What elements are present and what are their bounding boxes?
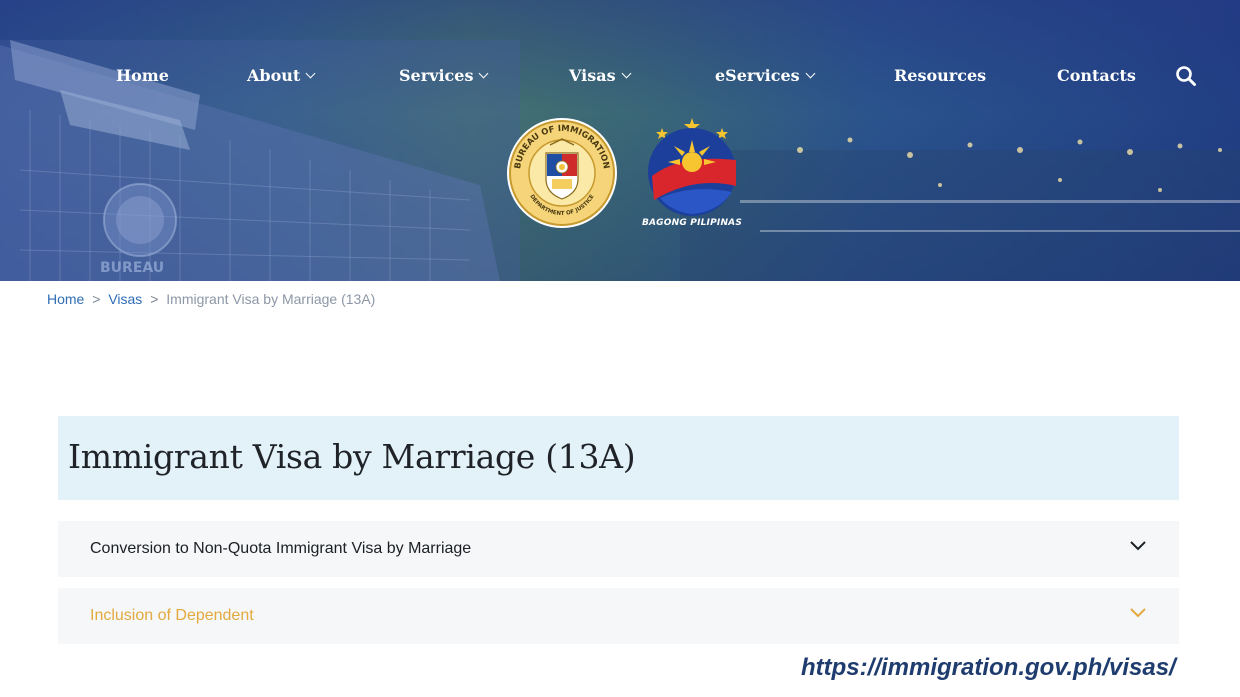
breadcrumb: Home > Visas > Immigrant Visa by Marriag…	[47, 291, 375, 307]
nav-contacts[interactable]: Contacts	[1057, 66, 1136, 85]
breadcrumb-separator: >	[150, 291, 159, 307]
breadcrumb-current: Immigrant Visa by Marriage (13A)	[166, 291, 376, 307]
nav-visas[interactable]: Visas	[569, 66, 632, 85]
source-url-caption: https://immigration.gov.ph/visas/	[801, 654, 1176, 681]
chevron-down-icon	[479, 68, 489, 79]
nav-about-label: About	[247, 66, 301, 85]
nav-eservices-label: eServices	[715, 66, 800, 85]
nav-resources-label: Resources	[894, 66, 987, 85]
chevron-down-icon	[805, 68, 816, 79]
main-nav: Home About Services Visas eServices Reso…	[0, 60, 1240, 94]
nav-contacts-label: Contacts	[1057, 66, 1136, 85]
chevron-down-icon	[621, 68, 632, 79]
accordion-item-inclusion-of-dependent[interactable]: Inclusion of Dependent	[58, 588, 1179, 644]
accordion-item-conversion[interactable]: Conversion to Non-Quota Immigrant Visa b…	[58, 521, 1179, 577]
chevron-down-icon	[1130, 608, 1146, 618]
hero-banner: BUREAU	[0, 0, 1240, 281]
page-title: Immigrant Visa by Marriage (13A)	[68, 437, 636, 476]
breadcrumb-separator: >	[92, 291, 101, 307]
breadcrumb-home-link[interactable]: Home	[47, 291, 84, 307]
building-sign-text: BUREAU	[100, 260, 164, 276]
nav-home[interactable]: Home	[116, 66, 169, 85]
bureau-of-immigration-seal[interactable]: BUREAU OF IMMIGRATION DEPARTMENT OF JUST…	[506, 117, 618, 229]
search-icon[interactable]	[1175, 65, 1197, 87]
chevron-down-icon	[305, 68, 316, 79]
bagong-pilipinas-text: BAGONG PILIPINAS	[641, 218, 743, 228]
nav-services-label: Services	[399, 66, 474, 85]
building-background: BUREAU	[0, 40, 520, 281]
nav-services[interactable]: Services	[399, 66, 489, 85]
accordion-item-label: Conversion to Non-Quota Immigrant Visa b…	[90, 540, 472, 557]
nav-eservices[interactable]: eServices	[715, 66, 816, 85]
nav-resources[interactable]: Resources	[894, 66, 986, 85]
nav-visas-label: Visas	[569, 66, 616, 85]
nav-about[interactable]: About	[247, 66, 316, 85]
nav-home-label: Home	[116, 66, 169, 85]
breadcrumb-visas-link[interactable]: Visas	[108, 291, 142, 307]
chevron-down-icon	[1130, 541, 1146, 551]
accordion-item-label: Inclusion of Dependent	[90, 607, 254, 624]
bagong-pilipinas-logo[interactable]	[640, 114, 744, 218]
city-lights-background	[680, 137, 1240, 281]
page-title-banner: Immigrant Visa by Marriage (13A)	[58, 416, 1179, 500]
